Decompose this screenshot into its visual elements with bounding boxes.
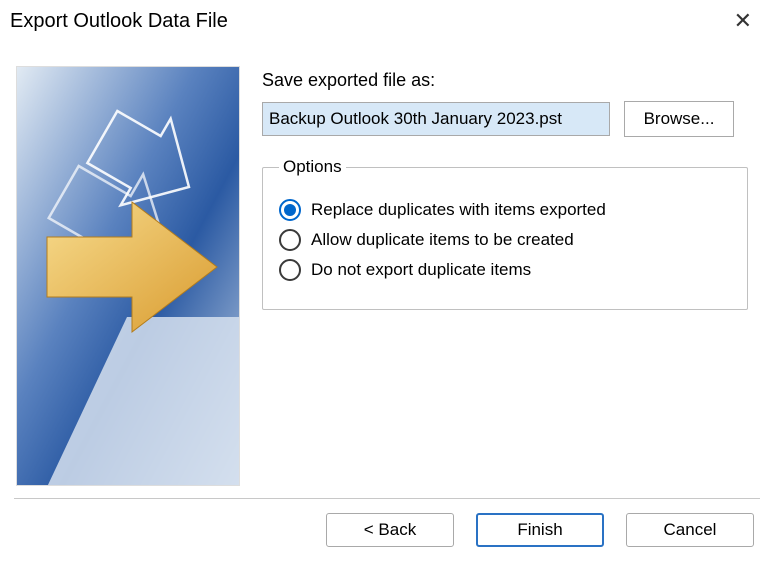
close-icon[interactable]: ✕ (726, 6, 760, 36)
options-legend: Options (279, 157, 346, 177)
content-area: Save exported file as: Browse... Options… (0, 46, 774, 498)
file-row: Browse... (262, 101, 758, 137)
option-no-export-duplicates[interactable]: Do not export duplicate items (279, 259, 731, 281)
file-path-input[interactable] (262, 102, 610, 136)
dialog-title: Export Outlook Data File (10, 10, 228, 33)
option-replace-duplicates[interactable]: Replace duplicates with items exported (279, 199, 731, 221)
radio-label: Replace duplicates with items exported (311, 200, 606, 220)
form-area: Save exported file as: Browse... Options… (262, 66, 758, 486)
browse-button[interactable]: Browse... (624, 101, 734, 137)
radio-icon (279, 199, 301, 221)
back-button[interactable]: < Back (326, 513, 454, 547)
radio-label: Do not export duplicate items (311, 260, 531, 280)
radio-icon (279, 229, 301, 251)
radio-label: Allow duplicate items to be created (311, 230, 574, 250)
wizard-illustration (16, 66, 240, 486)
button-bar: < Back Finish Cancel (0, 499, 774, 547)
titlebar: Export Outlook Data File ✕ (0, 0, 774, 46)
finish-button[interactable]: Finish (476, 513, 604, 547)
cancel-button[interactable]: Cancel (626, 513, 754, 547)
options-group: Options Replace duplicates with items ex… (262, 157, 748, 310)
save-as-label: Save exported file as: (262, 70, 758, 91)
radio-icon (279, 259, 301, 281)
option-allow-duplicates[interactable]: Allow duplicate items to be created (279, 229, 731, 251)
